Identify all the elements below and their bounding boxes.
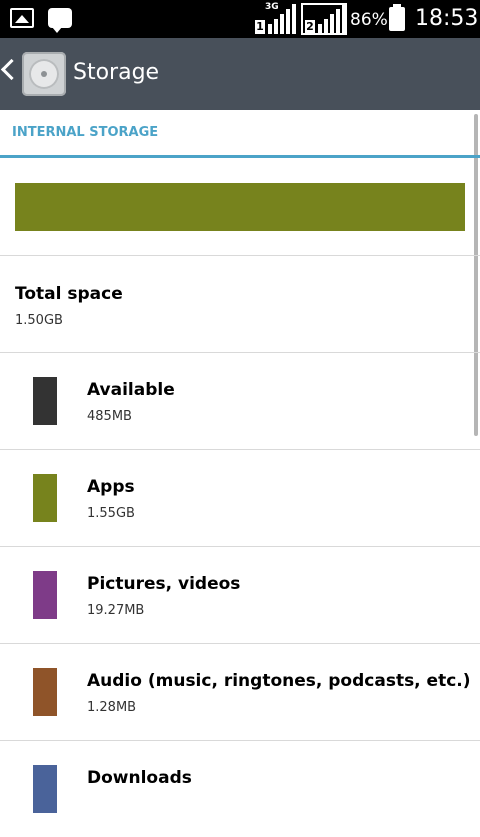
apps-color-swatch [33, 474, 57, 522]
pictures-videos-color-swatch [33, 571, 57, 619]
list-item-available[interactable]: Available 485MB [0, 352, 480, 449]
list-item-audio[interactable]: Audio (music, ringtones, podcasts, etc.)… [0, 643, 480, 740]
page-title: Storage [73, 60, 160, 85]
available-value: 485MB [87, 409, 132, 424]
list-item-downloads[interactable]: Downloads [0, 740, 480, 837]
pictures-videos-label: Pictures, videos [87, 574, 241, 594]
audio-label: Audio (music, ringtones, podcasts, etc.) [87, 671, 471, 691]
list-item-apps[interactable]: Apps 1.55GB [0, 449, 480, 546]
storage-content[interactable]: INTERNAL STORAGE Total space 1.50GB Avai… [0, 110, 480, 813]
total-space-row[interactable]: Total space 1.50GB [0, 255, 480, 352]
battery-percentage: 86% [350, 10, 388, 30]
sim1-number: 1 [255, 20, 265, 34]
total-space-value: 1.50GB [15, 313, 63, 328]
back-icon[interactable] [0, 58, 23, 81]
downloads-color-swatch [33, 765, 57, 813]
available-color-swatch [33, 377, 57, 425]
gallery-icon [10, 8, 34, 28]
signal-icon: 2 [301, 3, 347, 35]
audio-color-swatch [33, 668, 57, 716]
battery-icon [389, 4, 405, 31]
storage-icon[interactable] [22, 52, 66, 96]
action-bar: Storage [0, 38, 480, 110]
status-bar: 1 3G 2 86% 18:53 [0, 0, 480, 38]
clock: 18:53 [415, 6, 479, 31]
apps-value: 1.55GB [87, 506, 135, 521]
audio-value: 1.28MB [87, 700, 137, 715]
network-type: 3G [265, 2, 279, 12]
apps-label: Apps [87, 477, 135, 497]
downloads-label: Downloads [87, 768, 192, 788]
sim2-number: 2 [305, 20, 315, 34]
section-header: INTERNAL STORAGE [0, 110, 480, 158]
signal-icon: 1 3G [255, 2, 297, 34]
storage-usage-bar [15, 183, 465, 231]
available-label: Available [87, 380, 175, 400]
total-space-label: Total space [15, 284, 123, 304]
bbm-icon [48, 8, 72, 33]
list-item-pictures-videos[interactable]: Pictures, videos 19.27MB [0, 546, 480, 643]
section-title: INTERNAL STORAGE [12, 125, 159, 140]
pictures-videos-value: 19.27MB [87, 603, 145, 618]
